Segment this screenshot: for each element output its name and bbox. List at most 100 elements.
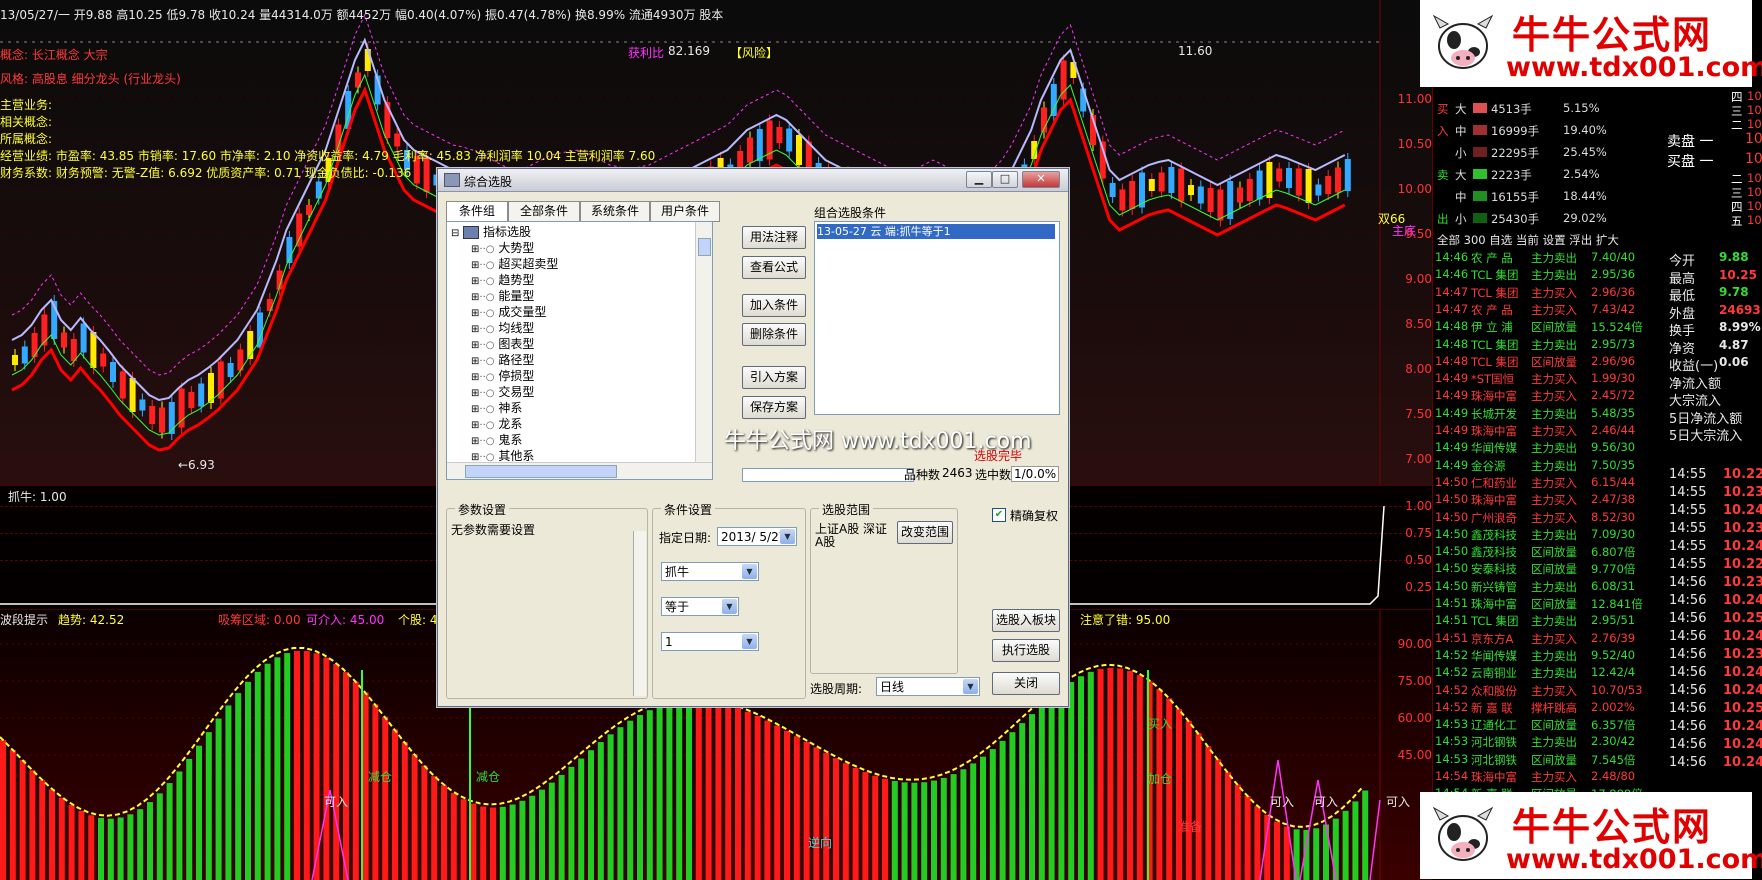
tree-item[interactable]: ⊞··○ 停损型 bbox=[471, 368, 534, 384]
delete-condition-button[interactable]: 删除条件 bbox=[742, 323, 806, 346]
usage-note-button[interactable]: 用法注释 bbox=[742, 226, 806, 249]
operator-select[interactable]: 等于 ▼ bbox=[661, 597, 739, 616]
scroll-thumb[interactable] bbox=[698, 238, 711, 256]
param-scrollbar[interactable] bbox=[633, 531, 646, 696]
chevron-down-icon[interactable]: ▼ bbox=[742, 634, 757, 649]
trade-alert-row[interactable]: 14:52 华闻传媒 主力卖出 9.52/40 bbox=[1433, 647, 1673, 664]
chevron-down-icon[interactable]: ▼ bbox=[742, 564, 757, 579]
trade-alert-row[interactable]: 14:49 *ST国恒 主力买入 1.99/30 bbox=[1433, 370, 1673, 387]
tick-row[interactable]: 14:56 10.23 bbox=[1667, 574, 1762, 591]
tree-item[interactable]: ⊞··○ 大势型 bbox=[471, 240, 534, 256]
close-button[interactable]: 关闭 bbox=[992, 672, 1060, 695]
tree-hscrollbar[interactable] bbox=[447, 462, 712, 479]
tick-row[interactable]: 14:56 10.24 bbox=[1667, 718, 1762, 735]
tree-item[interactable]: ⊞··○ 能量型 bbox=[471, 288, 534, 304]
trade-alert-row[interactable]: 14:53 河北钢铁 主力卖出 2.30/42 bbox=[1433, 733, 1673, 750]
trade-alert-row[interactable]: 14:50 鑫茂科技 主力卖出 7.09/30 bbox=[1433, 526, 1673, 543]
change-range-button[interactable]: 改变范围 bbox=[897, 521, 953, 544]
trade-alert-row[interactable]: 14:48 伊 立 浦区间放量 15.524倍 bbox=[1433, 318, 1673, 335]
trade-alert-row[interactable]: 14:52 云南铜业 主力卖出 12.42/4 bbox=[1433, 664, 1673, 681]
trade-alert-row[interactable]: 14:49 长城开发 主力卖出 5.48/35 bbox=[1433, 405, 1673, 422]
close-icon[interactable]: ✕ bbox=[1022, 171, 1060, 188]
tab-system-conditions[interactable]: 系统条件 bbox=[580, 201, 650, 222]
tree-item[interactable]: ⊞··○ 神系 bbox=[471, 400, 522, 416]
precise-checkbox[interactable]: ✔ bbox=[992, 508, 1006, 522]
maximize-button[interactable]: □ bbox=[992, 171, 1018, 188]
tick-row[interactable]: 14:56 10.24 bbox=[1667, 664, 1762, 681]
tree-vscrollbar[interactable] bbox=[695, 222, 712, 463]
tick-row[interactable]: 14:56 10.24 bbox=[1667, 682, 1762, 699]
trade-alert-row[interactable]: 14:53 辽通化工 区间放量 6.357倍 bbox=[1433, 716, 1673, 733]
tick-row[interactable]: 14:55 10.22 bbox=[1667, 466, 1762, 483]
indicator-select[interactable]: 抓牛 ▼ bbox=[661, 562, 759, 581]
trade-alert-row[interactable]: 14:47 TCL 集团 主力买入 2.96/36 bbox=[1433, 284, 1673, 301]
tab-all-conditions[interactable]: 全部条件 bbox=[508, 201, 580, 222]
tick-row[interactable]: 14:56 10.25 bbox=[1667, 700, 1762, 717]
tick-row[interactable]: 14:56 10.24 bbox=[1667, 628, 1762, 645]
trade-alert-row[interactable]: 14:46 农 产 品主力卖出 7.40/40 bbox=[1433, 249, 1673, 266]
trade-alert-row[interactable]: 14:48 TCL 集团 区间放量 2.96/96 bbox=[1433, 353, 1673, 370]
tick-row[interactable]: 14:55 10.24 bbox=[1667, 538, 1762, 555]
trade-alert-row[interactable]: 14:50 新兴铸管 主力卖出 6.08/31 bbox=[1433, 578, 1673, 595]
import-plan-button[interactable]: 引入方案 bbox=[742, 366, 806, 389]
tick-row[interactable]: 14:56 10.25 bbox=[1667, 610, 1762, 627]
trade-alert-row[interactable]: 14:50 鑫茂科技 区间放量 6.807倍 bbox=[1433, 543, 1673, 560]
trade-alert-row[interactable]: 14:49 珠海中富 主力买入 2.46/44 bbox=[1433, 422, 1673, 439]
tick-row[interactable]: 14:56 10.24 bbox=[1667, 754, 1762, 771]
trade-alert-row[interactable]: 14:50 珠海中富 主力买入 2.47/38 bbox=[1433, 491, 1673, 508]
trade-alert-row[interactable]: 14:50 仁和药业 主力买入 6.15/44 bbox=[1433, 474, 1673, 491]
tick-row[interactable]: 14:55 10.23 bbox=[1667, 484, 1762, 501]
trade-alert-row[interactable]: 14:49 华闻传媒 主力卖出 9.56/30 bbox=[1433, 439, 1673, 456]
scroll-thumb[interactable] bbox=[465, 465, 617, 478]
save-plan-button[interactable]: 保存方案 bbox=[742, 396, 806, 419]
tree-item[interactable]: ⊞··○ 均线型 bbox=[471, 320, 534, 336]
select-to-block-button[interactable]: 选股入板块 bbox=[992, 609, 1060, 632]
trade-alert-row[interactable]: 14:51 珠海中富 区间放量 12.841倍 bbox=[1433, 595, 1673, 612]
tree-item[interactable]: ⊞··○ 路径型 bbox=[471, 352, 534, 368]
period-select[interactable]: 日线 ▼ bbox=[876, 677, 980, 696]
combo-condition-list[interactable]: 13-05-27 云 端:抓牛等于1 bbox=[814, 221, 1060, 415]
minimize-button[interactable]: ▁ bbox=[966, 171, 992, 188]
trade-alert-row[interactable]: 14:51 TCL 集团 主力卖出 2.95/51 bbox=[1433, 612, 1673, 629]
chevron-down-icon[interactable]: ▼ bbox=[722, 599, 737, 614]
tick-row[interactable]: 14:56 10.23 bbox=[1667, 646, 1762, 663]
add-condition-button[interactable]: 加入条件 bbox=[742, 294, 806, 317]
tree-item[interactable]: ⊞··○ 图表型 bbox=[471, 336, 534, 352]
view-formula-button[interactable]: 查看公式 bbox=[742, 256, 806, 279]
quote-panel[interactable]: 买大 4513手 5.15% 入中 16999手 19.40% 小 22295手 25.45% 卖… bbox=[1432, 0, 1762, 879]
trade-alert-row[interactable]: 14:50 广州浪奇 主力买入 8.52/30 bbox=[1433, 509, 1673, 526]
tick-row[interactable]: 14:55 10.24 bbox=[1667, 502, 1762, 519]
value-select[interactable]: 1 ▼ bbox=[661, 632, 759, 651]
tree-item[interactable]: ⊞··○ 龙系 bbox=[471, 416, 522, 432]
tick-row[interactable]: 14:56 10.24 bbox=[1667, 592, 1762, 609]
tick-row[interactable]: 14:56 10.24 bbox=[1667, 736, 1762, 753]
tree-item[interactable]: ⊞··○ 成交量型 bbox=[471, 304, 546, 320]
chevron-down-icon[interactable]: ▼ bbox=[780, 529, 795, 544]
trade-alert-row[interactable]: 14:52 新 嘉 联撑杆跳高 2.002% bbox=[1433, 699, 1673, 716]
combo-condition-item[interactable]: 13-05-27 云 端:抓牛等于1 bbox=[817, 224, 1055, 239]
quote-toolbar[interactable]: 全部 300 自选 当前 设置 浮出 扩大 bbox=[1437, 232, 1619, 248]
tree-item[interactable]: ⊞··○ 鬼系 bbox=[471, 432, 522, 448]
date-picker[interactable]: 2013/ 5/27 ▼ bbox=[717, 527, 797, 546]
tab-user-conditions[interactable]: 用户条件 bbox=[650, 201, 720, 222]
tree-item[interactable]: ⊞··○ 交易型 bbox=[471, 384, 534, 400]
trade-alert-list[interactable]: 14:46 农 产 品主力卖出 7.40/40 14:46 TCL 集团 主力卖出 2.95… bbox=[1433, 249, 1673, 879]
tick-row[interactable]: 14:55 10.23 bbox=[1667, 520, 1762, 537]
chevron-down-icon[interactable]: ▼ bbox=[963, 679, 978, 694]
trade-alert-row[interactable]: 14:54 珠海中富 主力买入 2.48/80 bbox=[1433, 768, 1673, 785]
tree-item[interactable]: ⊞··○ 超买超卖型 bbox=[471, 256, 558, 272]
trade-alert-row[interactable]: 14:53 河北钢铁 区间放量 7.545倍 bbox=[1433, 751, 1673, 768]
dialog-titlebar[interactable]: 综合选股 ▁ □ ✕ bbox=[438, 169, 1068, 192]
execute-select-button[interactable]: 执行选股 bbox=[992, 639, 1060, 662]
tree-item[interactable]: ⊞··○ 趋势型 bbox=[471, 272, 534, 288]
trade-alert-row[interactable]: 14:47 农 产 品主力买入 7.43/42 bbox=[1433, 301, 1673, 318]
trade-alert-row[interactable]: 14:50 安泰科技 区间放量 9.770倍 bbox=[1433, 560, 1673, 577]
tree-root[interactable]: ⊟ 指标选股 bbox=[451, 224, 531, 240]
tick-row[interactable]: 14:55 10.22 bbox=[1667, 556, 1762, 573]
trade-alert-row[interactable]: 14:49 金谷源 主力卖出 7.50/35 bbox=[1433, 457, 1673, 474]
trade-alert-row[interactable]: 14:52 众和股份 主力买入 10.70/53 bbox=[1433, 682, 1673, 699]
trade-alert-row[interactable]: 14:51 京东方A 主力买入 2.76/39 bbox=[1433, 630, 1673, 647]
trade-alert-row[interactable]: 14:46 TCL 集团 主力卖出 2.95/36 bbox=[1433, 266, 1673, 283]
trade-alert-row[interactable]: 14:48 TCL 集团 主力卖出 2.95/73 bbox=[1433, 336, 1673, 353]
condition-tree[interactable]: ⊟ 指标选股 ⊞··○ 大势型 ⊞··○ 超买超卖型 ⊞··○ 趋势型 ⊞··○ 能量型… bbox=[446, 221, 713, 480]
